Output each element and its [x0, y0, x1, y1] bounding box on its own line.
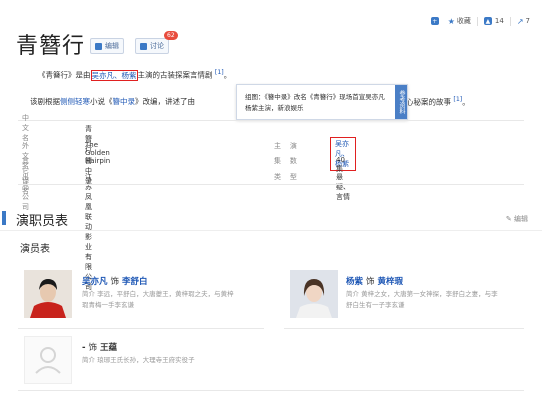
- actor-name: -: [82, 343, 86, 353]
- role-name[interactable]: 王蕴: [100, 343, 117, 353]
- reference-link[interactable]: [1]: [215, 69, 224, 76]
- discuss-count-badge: 62: [164, 31, 178, 40]
- discuss-label: 讨论: [150, 42, 164, 50]
- info-key: 出品公司: [22, 173, 29, 211]
- cast-intro-line: 瑕青梅一手李玄谦: [82, 301, 134, 309]
- intro-paragraph-2: 该剧根据侧侧轻寒小说《簪中录》改编，讲述了由: [30, 96, 195, 107]
- favorite-label: 收藏: [456, 17, 471, 25]
- cast-intro-line: 简介 琅琊王氏长孙，大理寺王府实役子: [82, 356, 195, 364]
- intro-text: 《青簪行》是由: [38, 70, 91, 80]
- cast-subtitle: 演员表: [20, 244, 50, 255]
- intro-text: 。: [223, 70, 232, 80]
- reference-link[interactable]: [1]: [453, 96, 462, 103]
- novel-link[interactable]: 簪中录: [113, 97, 136, 106]
- info-key: 类 型: [274, 173, 297, 181]
- actor-name[interactable]: 杨紫: [346, 277, 363, 287]
- share-icon: ↗: [516, 16, 524, 26]
- cast-intro: 简介 琅琊王氏长孙，大理寺王府实役子: [82, 355, 195, 366]
- role-name[interactable]: 黄梓瑕: [377, 277, 403, 287]
- intro-paragraph-1: 《青簪行》是由吴亦凡、杨紫主演的古装探案言情剧 [1]。: [38, 69, 231, 81]
- author-link[interactable]: 侧侧轻寒: [60, 97, 90, 106]
- as-label: 饰: [365, 277, 375, 287]
- plus-square-icon: +: [430, 17, 439, 25]
- intro-text: 该剧根据: [30, 97, 60, 106]
- share-count: 7: [525, 17, 530, 25]
- edit-button[interactable]: 编辑: [90, 38, 124, 54]
- tooltip-text[interactable]: 组图：《簪中录》改名《青簪行》现场首宣吴亦凡杨紫主演，新浪娱乐: [245, 92, 385, 114]
- intro-paragraph-2-tail: 心秘案的故事 [1]。: [406, 96, 470, 108]
- discuss-button[interactable]: 讨论: [135, 38, 169, 54]
- info-key: 主 演: [274, 142, 297, 150]
- thumbs-up-icon: ▲: [483, 17, 492, 25]
- share-button[interactable]: ↗ 7: [517, 17, 530, 26]
- cast-intro-line: 简介 李远，平舒白，大唐夔王，黄梓瑕之夫，与黄梓: [82, 290, 234, 298]
- tooltip-side-label: 参考资料: [395, 85, 407, 119]
- page-title: 青簪行: [16, 34, 86, 59]
- star-icon: ★: [447, 16, 455, 26]
- as-label: 饰: [88, 343, 98, 353]
- info-value: 江苏凤凰联动影业有限公司: [85, 173, 92, 291]
- intro-text: 》改编，讲述了由: [135, 97, 195, 106]
- cast-intro: 简介 黄梓之女，大唐第一女神探，李舒白之妻，与李 舒白生有一子李玄谦: [346, 289, 498, 311]
- cast-name[interactable]: - 饰 王蕴: [82, 341, 117, 353]
- info-value: 悬疑、言情: [336, 173, 350, 201]
- as-label: 饰: [110, 277, 119, 287]
- avatar-placeholder[interactable]: [24, 336, 72, 384]
- chat-icon: [140, 42, 147, 50]
- avatar[interactable]: [24, 270, 72, 318]
- section-edit-button[interactable]: ✎ 编辑: [506, 214, 528, 224]
- info-key: 集 数: [274, 157, 297, 165]
- reference-tooltip: 组图：《簪中录》改名《青簪行》现场首宣吴亦凡杨紫主演，新浪娱乐 参考资料: [236, 84, 408, 120]
- cast-name[interactable]: 吴亦凡 饰 李舒白: [82, 275, 147, 287]
- cast-intro-line: 简介 黄梓之女，大唐第一女神探，李舒白之妻，与李: [346, 290, 498, 298]
- section-marker: [2, 211, 6, 225]
- add-button[interactable]: +: [430, 17, 442, 25]
- starring-link[interactable]: 吴亦凡、杨紫: [90, 69, 138, 81]
- cast-intro-line: 舒白生有一子李玄谦: [346, 301, 405, 309]
- role-name[interactable]: 李舒白: [122, 277, 148, 287]
- user-icon: [25, 337, 71, 383]
- top-toolbar: + ★ 收藏 ▲ 14 ↗ 7: [425, 16, 530, 26]
- actor-name[interactable]: 吴亦凡: [82, 277, 108, 287]
- favorite-button[interactable]: ★ 收藏: [448, 16, 471, 26]
- pencil-icon: ✎: [505, 215, 512, 223]
- avatar[interactable]: [290, 270, 338, 318]
- like-button[interactable]: ▲ 14: [483, 17, 504, 25]
- section-title: 演职员表: [16, 214, 69, 229]
- intro-text: 小说《: [90, 97, 113, 106]
- edit-label: 编辑: [105, 42, 119, 50]
- intro-text: 心秘案的故事: [406, 97, 451, 107]
- intro-text: 。: [462, 97, 470, 107]
- like-count: 14: [494, 17, 504, 25]
- info-key: 中文名: [22, 114, 29, 142]
- cast-name[interactable]: 杨紫 饰 黄梓瑕: [346, 275, 403, 287]
- cast-intro: 简介 李远，平舒白，大唐夔王，黄梓瑕之夫，与黄梓 瑕青梅一手李玄谦: [82, 289, 234, 311]
- pencil-icon: [95, 42, 102, 50]
- section-edit-label: 编辑: [514, 215, 528, 223]
- intro-text: 主演的古装探案言情剧: [137, 70, 213, 80]
